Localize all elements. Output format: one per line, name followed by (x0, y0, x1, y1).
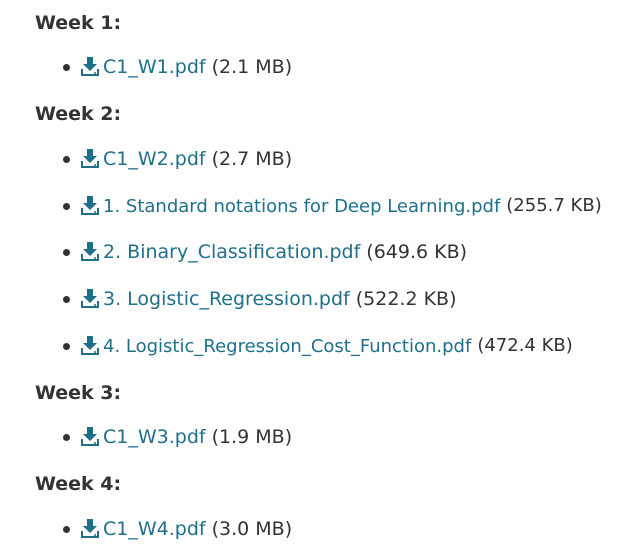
week-heading: Week 4: (35, 473, 122, 495)
bullet-icon (63, 249, 70, 256)
file-size: (522.2 KB) (355, 288, 457, 310)
bullet-icon (63, 343, 70, 350)
bullet-icon (63, 203, 70, 210)
file-name: 4. Logistic_Regression_Cost_Function.pdf (103, 336, 472, 357)
bullet-icon (63, 156, 70, 163)
file-name: C1_W3.pdf (103, 426, 206, 448)
download-icon (81, 519, 99, 538)
file-name: C1_W2.pdf (103, 148, 206, 170)
bullet-icon (63, 64, 70, 71)
download-icon (81, 427, 99, 446)
file-download-link[interactable]: C1_W2.pdf (81, 147, 206, 171)
file-size: (649.6 KB) (366, 241, 468, 263)
download-icon (81, 289, 99, 308)
file-size: (1.9 MB) (211, 426, 293, 448)
file-download-link[interactable]: C1_W1.pdf (81, 55, 206, 79)
file-download-link[interactable]: 4. Logistic_Regression_Cost_Function.pdf (81, 334, 471, 359)
download-icon (81, 57, 99, 76)
download-icon (81, 196, 99, 215)
week-heading: Week 3: (35, 382, 122, 404)
file-name: C1_W4.pdf (103, 518, 206, 540)
file-download-link[interactable]: C1_W4.pdf (81, 517, 206, 541)
file-size: (255.7 KB) (506, 195, 602, 216)
bullet-icon (63, 526, 70, 533)
week-heading: Week 2: (35, 103, 122, 125)
file-download-link[interactable]: C1_W3.pdf (81, 425, 206, 449)
week-heading: Week 1: (35, 12, 122, 34)
file-download-link[interactable]: 3. Logistic_Regression.pdf (81, 287, 350, 311)
file-name: 2. Binary_Classification.pdf (103, 241, 361, 263)
file-name: 3. Logistic_Regression.pdf (103, 288, 350, 310)
file-size: (2.7 MB) (211, 148, 293, 170)
bullet-icon (63, 434, 70, 441)
file-download-link[interactable]: 1. Standard notations for Deep Learning.… (81, 194, 500, 219)
download-icon (81, 336, 99, 355)
bullet-icon (63, 296, 70, 303)
file-name: C1_W1.pdf (103, 56, 206, 78)
download-icon (81, 242, 99, 261)
file-size: (2.1 MB) (211, 56, 293, 78)
download-icon (81, 149, 99, 168)
file-size: (472.4 KB) (477, 335, 573, 356)
file-size: (3.0 MB) (211, 518, 293, 540)
file-download-link[interactable]: 2. Binary_Classification.pdf (81, 240, 360, 264)
file-name: 1. Standard notations for Deep Learning.… (103, 196, 501, 217)
